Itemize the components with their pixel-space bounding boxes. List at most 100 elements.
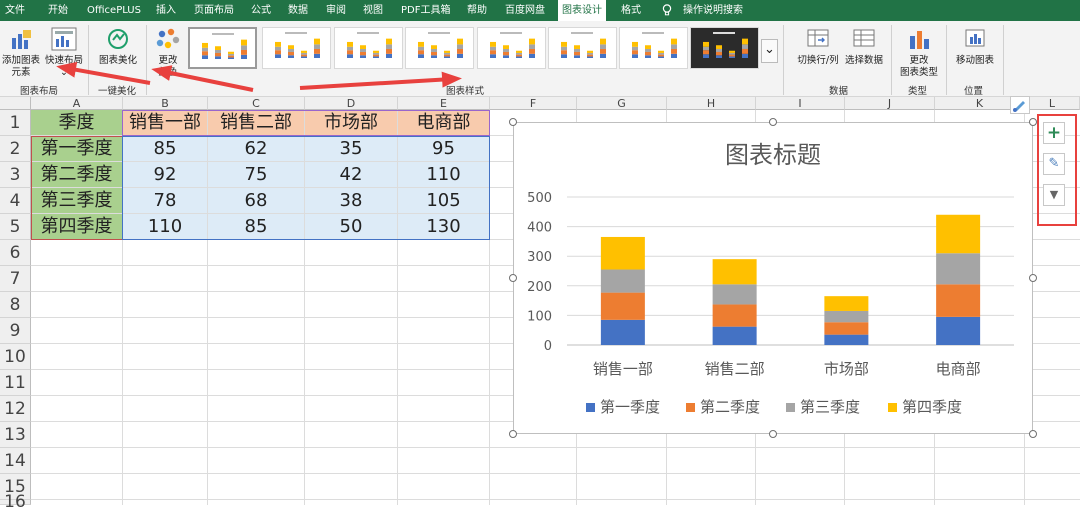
bar-segment-1[interactable] <box>824 334 869 345</box>
column-header-A[interactable]: A <box>31 97 123 110</box>
column-header-H[interactable]: H <box>667 97 756 110</box>
tab-formulas[interactable]: 公式 <box>251 0 271 21</box>
resize-handle[interactable] <box>509 118 517 126</box>
chart-style-thumbnail[interactable] <box>188 27 257 69</box>
thumb-title-line <box>642 32 664 34</box>
chart-filters-button[interactable]: ▼ <box>1043 184 1065 206</box>
bar-segment-4[interactable] <box>936 214 981 254</box>
row-header-6[interactable]: 6 <box>0 240 31 266</box>
bar-segment-4[interactable] <box>824 296 869 311</box>
bar-segment-1[interactable] <box>712 326 757 345</box>
row-header-12[interactable]: 12 <box>0 396 31 422</box>
row-header-3[interactable]: 3 <box>0 162 31 188</box>
tab-review[interactable]: 审阅 <box>326 0 346 21</box>
tab-insert[interactable]: 插入 <box>156 0 176 21</box>
column-header-B[interactable]: B <box>123 97 208 110</box>
bar-segment-2[interactable] <box>936 284 981 317</box>
resize-handle[interactable] <box>769 118 777 126</box>
column-header-J[interactable]: J <box>845 97 935 110</box>
tab-data[interactable]: 数据 <box>288 0 308 21</box>
chart-elements-button[interactable]: + <box>1043 122 1065 144</box>
column-header-E[interactable]: E <box>398 97 490 110</box>
tab-page-layout[interactable]: 页面布局 <box>194 0 234 21</box>
move-chart-button[interactable]: 移动图表 <box>952 23 998 81</box>
bar-segment-2[interactable] <box>824 322 869 335</box>
column-header-G[interactable]: G <box>577 97 667 110</box>
change-chart-type-button[interactable]: 更改 图表类型 <box>897 23 941 81</box>
chart-style-thumbnail[interactable] <box>619 27 688 69</box>
chart-style-thumbnail[interactable] <box>548 27 617 69</box>
tab-home[interactable]: 开始 <box>48 0 68 21</box>
bar-segment-3[interactable] <box>600 269 645 293</box>
legend-label[interactable]: 第三季度 <box>800 398 860 416</box>
tab-help[interactable]: 帮助 <box>467 0 487 21</box>
chart-style-thumbnail[interactable] <box>477 27 546 69</box>
resize-handle[interactable] <box>1029 118 1037 126</box>
resize-handle[interactable] <box>1029 274 1037 282</box>
chart-styles-button[interactable]: ✎ <box>1043 153 1065 175</box>
select-all-corner[interactable] <box>0 97 31 110</box>
legend-label[interactable]: 第一季度 <box>600 398 660 416</box>
row-header-8[interactable]: 8 <box>0 292 31 318</box>
thumb-bar-segment <box>716 45 722 49</box>
chart-style-preview <box>561 32 606 58</box>
chart-style-thumbnail[interactable] <box>334 27 403 69</box>
row-header-4[interactable]: 4 <box>0 188 31 214</box>
select-data-button[interactable]: 选择数据 <box>843 23 885 81</box>
bar-segment-4[interactable] <box>712 259 757 285</box>
column-header-D[interactable]: D <box>305 97 398 110</box>
tab-officeplus[interactable]: OfficePLUS <box>87 0 141 21</box>
tab-format[interactable]: 格式 <box>621 0 641 21</box>
tab-file[interactable]: 文件 <box>5 0 25 21</box>
thumb-bar-segment <box>671 53 677 58</box>
quick-analysis-icon[interactable] <box>1010 96 1030 114</box>
chart-title[interactable]: 图表标题 <box>725 141 821 169</box>
row-header-1[interactable]: 1 <box>0 110 31 136</box>
thumb-bar-segment <box>529 48 535 54</box>
bar-segment-3[interactable] <box>936 253 981 285</box>
bar-segment-4[interactable] <box>600 236 645 270</box>
tab-chart-design[interactable]: 图表设计 <box>558 0 606 21</box>
bar-segment-1[interactable] <box>936 316 981 345</box>
column-header-I[interactable]: I <box>756 97 845 110</box>
legend-label[interactable]: 第二季度 <box>700 398 760 416</box>
bar-segment-2[interactable] <box>600 292 645 320</box>
row-header-5[interactable]: 5 <box>0 214 31 240</box>
tab-pdf-toolbox[interactable]: PDF工具箱 <box>401 0 450 21</box>
ribbon: 添加图表 元素 快速布局 ⌄ 图表布局 图表美化 一键美化 更改 颜色 ⌄ 图表… <box>0 21 1080 97</box>
chart-style-preview <box>275 32 320 58</box>
header-cell[interactable]: 季度 <box>31 110 122 135</box>
bar-segment-1[interactable] <box>600 319 645 345</box>
column-header-F[interactable]: F <box>490 97 577 110</box>
row-header-16[interactable]: 16 <box>0 494 31 511</box>
bar-segment-3[interactable] <box>824 310 869 323</box>
tab-baidu-netdisk[interactable]: 百度网盘 <box>505 0 545 21</box>
legend-label[interactable]: 第四季度 <box>902 398 962 416</box>
resize-handle[interactable] <box>509 430 517 438</box>
row-header-7[interactable]: 7 <box>0 266 31 292</box>
chart-style-thumbnail[interactable] <box>262 27 331 69</box>
switch-row-column-button[interactable]: 切换行/列 <box>794 23 842 81</box>
chart-style-thumbnail[interactable] <box>405 27 474 69</box>
resize-handle[interactable] <box>769 430 777 438</box>
tab-view[interactable]: 视图 <box>363 0 383 21</box>
stacked-column-chart[interactable]: 图表标题 0 100 200 300 400 500 销售一部 销售二部 市场部 电商部 第一季度 第二… <box>513 122 1033 434</box>
y-tick-label: 400 <box>527 221 552 236</box>
chart-style-thumbnail[interactable] <box>690 27 759 69</box>
tell-me-search[interactable]: 操作说明搜索 <box>683 0 743 21</box>
row-header-10[interactable]: 10 <box>0 344 31 370</box>
row-header-2[interactable]: 2 <box>0 136 31 162</box>
row-header-13[interactable]: 13 <box>0 422 31 448</box>
add-chart-element-button[interactable]: 添加图表 元素 <box>0 23 42 81</box>
thumb-bar-segment <box>703 41 709 47</box>
more-styles-button[interactable]: ⌄ <box>761 39 778 63</box>
bar-segment-3[interactable] <box>712 284 757 305</box>
row-header-14[interactable]: 14 <box>0 448 31 474</box>
bar-segment-2[interactable] <box>712 304 757 327</box>
resize-handle[interactable] <box>509 274 517 282</box>
row-header-11[interactable]: 11 <box>0 370 31 396</box>
row-header-9[interactable]: 9 <box>0 318 31 344</box>
column-header-L[interactable]: L <box>1025 97 1080 110</box>
resize-handle[interactable] <box>1029 430 1037 438</box>
column-header-C[interactable]: C <box>208 97 305 110</box>
